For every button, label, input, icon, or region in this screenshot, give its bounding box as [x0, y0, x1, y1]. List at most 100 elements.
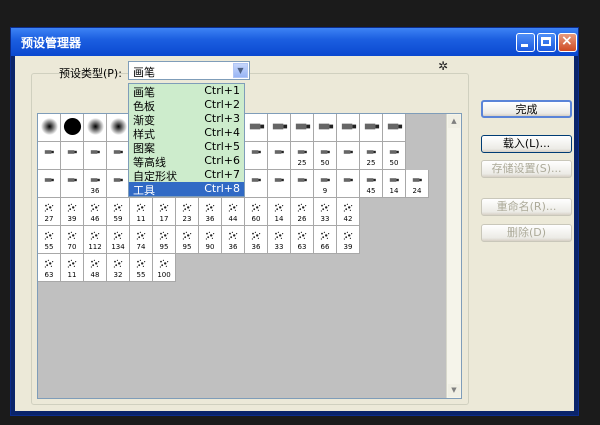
brush-preset[interactable]: 55: [38, 226, 61, 254]
minimize-button[interactable]: [516, 33, 535, 52]
brush-preset[interactable]: [107, 170, 130, 198]
brush-preset[interactable]: 24: [406, 170, 429, 198]
brush-preset[interactable]: 48: [84, 254, 107, 282]
brush-preset[interactable]: 134: [107, 226, 130, 254]
preset-list[interactable]: 25 50 25 50 36 9 45 14 24 27 39 46 59 11 17 23 36 44 60 14 2…: [37, 113, 462, 399]
brush-preset[interactable]: [61, 142, 84, 170]
brush-preset[interactable]: [337, 170, 360, 198]
brush-preset[interactable]: 42: [337, 198, 360, 226]
brush-preset[interactable]: 100: [153, 254, 176, 282]
brush-size-label: 23: [182, 215, 192, 223]
brush-preset[interactable]: 74: [130, 226, 153, 254]
brush-preset[interactable]: 36: [84, 170, 107, 198]
load-button[interactable]: 载入(L)...: [481, 135, 572, 153]
brush-size-label: 74: [136, 243, 146, 251]
brush-preset[interactable]: [360, 114, 383, 142]
brush-size-label: 100: [157, 271, 171, 279]
gear-icon[interactable]: ✲: [438, 59, 448, 73]
brush-preset[interactable]: [38, 170, 61, 198]
brush-preset[interactable]: 63: [291, 226, 314, 254]
dropdown-option[interactable]: 样式 Ctrl+4: [129, 126, 244, 141]
dropdown-option[interactable]: 色板 Ctrl+2: [129, 98, 244, 113]
done-button[interactable]: 完成: [481, 100, 572, 118]
brush-preset[interactable]: [107, 114, 130, 142]
scroll-up-icon[interactable]: ▲: [448, 115, 460, 128]
brush-preset[interactable]: 55: [130, 254, 153, 282]
brush-preset[interactable]: 39: [61, 198, 84, 226]
brush-preset[interactable]: [337, 114, 360, 142]
brush-preset[interactable]: [383, 114, 406, 142]
brush-preset[interactable]: 36: [199, 198, 222, 226]
brush-preset[interactable]: 9: [314, 170, 337, 198]
dropdown-option[interactable]: 渐变 Ctrl+3: [129, 112, 244, 127]
brush-preset[interactable]: 60: [245, 198, 268, 226]
brush-preset[interactable]: 95: [176, 226, 199, 254]
brush-preset[interactable]: 36: [245, 226, 268, 254]
brush-preset[interactable]: 23: [176, 198, 199, 226]
brush-preset[interactable]: [314, 114, 337, 142]
brush-preset[interactable]: 26: [291, 198, 314, 226]
brush-preset[interactable]: 27: [38, 198, 61, 226]
brush-preset[interactable]: 17: [153, 198, 176, 226]
scroll-down-icon[interactable]: ▼: [448, 384, 460, 397]
brush-preset[interactable]: 45: [360, 170, 383, 198]
brush-preset[interactable]: [268, 114, 291, 142]
brush-preset[interactable]: 50: [314, 142, 337, 170]
brush-preset[interactable]: 14: [268, 198, 291, 226]
brush-preset[interactable]: 90: [199, 226, 222, 254]
brush-preset[interactable]: 11: [61, 254, 84, 282]
brush-preset[interactable]: [61, 170, 84, 198]
brush-preset[interactable]: [84, 142, 107, 170]
brush-preset[interactable]: [268, 170, 291, 198]
title-bar[interactable]: 预设管理器 ×: [11, 28, 578, 56]
brush-preset[interactable]: 39: [337, 226, 360, 254]
preset-type-select[interactable]: 画笔 ▼: [128, 61, 250, 80]
dropdown-option[interactable]: 自定形状 Ctrl+7: [129, 168, 244, 183]
brush-preset[interactable]: [107, 142, 130, 170]
delete-button[interactable]: 删除(D): [481, 224, 572, 242]
brush-tip-icon: [66, 202, 78, 212]
brush-preset[interactable]: [84, 114, 107, 142]
brush-preset[interactable]: 70: [61, 226, 84, 254]
brush-preset[interactable]: 63: [38, 254, 61, 282]
brush-preset[interactable]: 59: [107, 198, 130, 226]
brush-preset[interactable]: [38, 114, 61, 142]
brush-preset[interactable]: 50: [383, 142, 406, 170]
brush-preset[interactable]: [245, 142, 268, 170]
preset-type-dropdown[interactable]: 画笔 Ctrl+1 色板 Ctrl+2 渐变 Ctrl+3 样式 Ctrl+4 图案 Ctrl+5…: [128, 83, 245, 197]
vertical-scrollbar[interactable]: ▲ ▼: [446, 114, 461, 398]
rename-button[interactable]: 重命名(R)...: [481, 198, 572, 216]
brush-preset[interactable]: 112: [84, 226, 107, 254]
brush-size-label: 95: [182, 243, 192, 251]
brush-preset[interactable]: 33: [268, 226, 291, 254]
brush-preset[interactable]: 36: [222, 226, 245, 254]
dropdown-option[interactable]: 工具 Ctrl+8: [129, 182, 244, 197]
chevron-down-icon[interactable]: ▼: [233, 63, 248, 78]
brush-preset[interactable]: 25: [291, 142, 314, 170]
brush-preset[interactable]: 25: [360, 142, 383, 170]
brush-preset[interactable]: [291, 114, 314, 142]
brush-preset[interactable]: 11: [130, 198, 153, 226]
brush-tip-icon: [89, 258, 101, 268]
brush-preset[interactable]: [291, 170, 314, 198]
dropdown-option[interactable]: 画笔 Ctrl+1: [129, 84, 244, 99]
brush-preset[interactable]: [61, 114, 84, 142]
brush-size-label: 112: [88, 243, 102, 251]
brush-preset[interactable]: [38, 142, 61, 170]
brush-preset[interactable]: [337, 142, 360, 170]
brush-preset[interactable]: [245, 170, 268, 198]
brush-preset[interactable]: [245, 114, 268, 142]
brush-preset[interactable]: 95: [153, 226, 176, 254]
dropdown-option[interactable]: 图案 Ctrl+5: [129, 140, 244, 155]
brush-preset[interactable]: 14: [383, 170, 406, 198]
save-settings-button[interactable]: 存储设置(S)...: [481, 160, 572, 178]
brush-preset[interactable]: [268, 142, 291, 170]
brush-preset[interactable]: 66: [314, 226, 337, 254]
brush-preset[interactable]: 32: [107, 254, 130, 282]
maximize-button[interactable]: [537, 33, 556, 52]
dropdown-option[interactable]: 等高线 Ctrl+6: [129, 154, 244, 169]
brush-preset[interactable]: 33: [314, 198, 337, 226]
close-button[interactable]: ×: [558, 33, 577, 52]
brush-preset[interactable]: 44: [222, 198, 245, 226]
brush-preset[interactable]: 46: [84, 198, 107, 226]
